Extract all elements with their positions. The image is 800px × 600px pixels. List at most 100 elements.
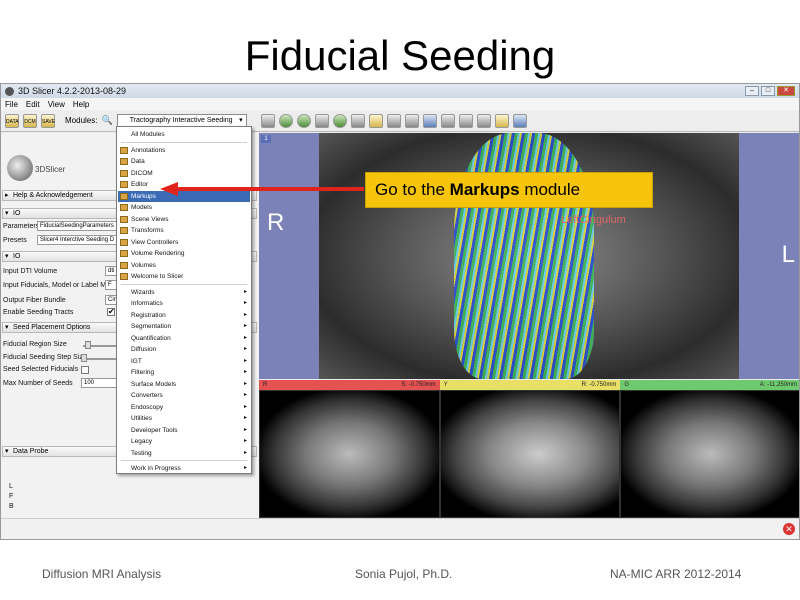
module-menu-item-all-modules[interactable]: All Modules: [118, 129, 250, 140]
callout-prefix: Go to the: [375, 180, 450, 199]
module-menu-item-data[interactable]: Data: [118, 156, 250, 167]
module-menu-label: Legacy: [131, 438, 152, 445]
module-menu-item-endoscopy[interactable]: Endoscopy ▸: [118, 402, 250, 413]
save-icon[interactable]: SAVE: [41, 113, 55, 128]
module-menu-label: Utilities: [131, 415, 152, 422]
submenu-arrow-icon: ▸: [243, 334, 247, 341]
module-menu-item-segmentation[interactable]: Segmentation ▸: [118, 321, 250, 332]
module-menu-item-registration[interactable]: Registration ▸: [118, 310, 250, 321]
module-menu-item-scene-views[interactable]: Scene Views: [118, 214, 250, 225]
fiducial-region-label: Fiducial Region Size: [3, 341, 67, 348]
parameters-select[interactable]: FiducialSeedingParameters: [37, 221, 117, 231]
load-dicom-icon[interactable]: DCM: [23, 113, 37, 128]
module-menu-item-quantification[interactable]: Quantification ▸: [118, 333, 250, 344]
modules-label: Modules:: [65, 116, 98, 125]
module-menu-item-wizards[interactable]: Wizards ▸: [118, 287, 250, 298]
module-menu-item-welcome-to-slicer[interactable]: Welcome to Slicer: [118, 271, 250, 282]
tractography-fibers: [454, 133, 594, 379]
module-menu-item-utilities[interactable]: Utilities ▸: [118, 413, 250, 424]
forward-arrow-icon[interactable]: [296, 113, 311, 128]
module-menu-item-transforms[interactable]: Transforms: [118, 225, 250, 236]
scene-icon[interactable]: [458, 113, 473, 128]
sagittal-slice-view[interactable]: [439, 390, 621, 518]
status-bar: ✕: [1, 518, 799, 539]
menu-view[interactable]: View: [48, 100, 65, 109]
module-menu-item-legacy[interactable]: Legacy ▸: [118, 436, 250, 447]
grid-layout-icon[interactable]: [404, 113, 419, 128]
crosshair-icon[interactable]: [422, 113, 437, 128]
module-menu-label: Filtering: [131, 369, 155, 376]
python-console-icon[interactable]: [512, 113, 527, 128]
pencil-icon[interactable]: [386, 113, 401, 128]
red-slice-label: R: [263, 382, 268, 388]
fiducial-step-knob[interactable]: [81, 354, 87, 362]
menu-bar: File Edit View Help: [1, 98, 799, 110]
module-menu-item-filtering[interactable]: Filtering ▸: [118, 367, 250, 378]
presets-select[interactable]: Slicer4 Interctive Seeding D: [37, 235, 117, 245]
max-seeds-spinbox[interactable]: 100: [81, 378, 117, 388]
module-menu-item-volume-rendering[interactable]: Volume Rendering: [118, 248, 250, 259]
screenshot-icon[interactable]: [440, 113, 455, 128]
module-menu-label: Markups: [131, 192, 156, 200]
view-tag[interactable]: 1: [261, 135, 271, 143]
submenu-arrow-icon: ▸: [243, 449, 247, 456]
back-arrow-icon[interactable]: [278, 113, 293, 128]
module-menu-item-volumes[interactable]: Volumes: [118, 260, 250, 271]
window-title: 3D Slicer 4.2.2-2013-08-29: [18, 86, 127, 96]
close-icon[interactable]: ✕: [777, 86, 795, 96]
coronal-slice-view[interactable]: [620, 390, 799, 518]
green-slice-bar[interactable]: G A: -11.250mm: [620, 380, 799, 390]
menu-file[interactable]: File: [5, 100, 18, 109]
submenu-arrow-icon: ▸: [243, 426, 247, 433]
window-titlebar: 3D Slicer 4.2.2-2013-08-29 – □ ✕: [1, 84, 799, 98]
module-menu-item-dicom[interactable]: DICOM: [118, 168, 250, 179]
module-menu-item-testing[interactable]: Testing ▸: [118, 448, 250, 459]
seed-selected-checkbox[interactable]: [81, 366, 89, 374]
error-log-icon[interactable]: ✕: [783, 523, 795, 535]
fiducial-region-knob[interactable]: [85, 341, 91, 349]
editor-icon[interactable]: [368, 113, 383, 128]
module-search-icon[interactable]: 🔍: [101, 115, 112, 126]
io-section-label: IO: [13, 210, 21, 217]
red-slice-bar[interactable]: R S: -0.750mm: [259, 380, 440, 390]
module-menu-item-annotations[interactable]: Annotations: [118, 145, 250, 156]
module-dicom-icon: [120, 169, 128, 177]
layout-icon[interactable]: [260, 113, 275, 128]
minimize-icon[interactable]: –: [745, 86, 759, 96]
module-menu-item-igt[interactable]: IGT ▸: [118, 356, 250, 367]
orientation-label-r: R: [267, 209, 285, 236]
collapse-arrow-icon: ▾: [5, 210, 9, 217]
submenu-arrow-icon: ▸: [243, 288, 247, 295]
maximize-icon[interactable]: □: [761, 86, 775, 96]
module-menu-item-diffusion[interactable]: Diffusion ▸: [118, 344, 250, 355]
axial-slice-view[interactable]: [259, 390, 440, 518]
enable-seeding-checkbox[interactable]: ✔: [107, 308, 115, 316]
module-menu-item-models[interactable]: Models: [118, 202, 250, 213]
module-menu-item-developer-tools[interactable]: Developer Tools ▸: [118, 425, 250, 436]
transform-icon[interactable]: [350, 113, 365, 128]
fiducial-step-slider[interactable]: [83, 358, 117, 360]
module-menu-item-view-controllers[interactable]: View Controllers: [118, 237, 250, 248]
red-slice-offset: S: -0.750mm: [401, 382, 436, 388]
fiducial-place-icon[interactable]: [494, 113, 509, 128]
cube-icon[interactable]: [314, 113, 329, 128]
orientation-label-l: L: [781, 241, 795, 268]
3d-view[interactable]: 1 R L LeftCingulum: [259, 133, 799, 379]
module-menu-item-work-in-progress[interactable]: Work in Progress ▸: [118, 463, 250, 474]
menu-help[interactable]: Help: [73, 100, 89, 109]
module-menu-label: Testing: [131, 449, 152, 457]
module-menu-label: Models: [131, 204, 152, 211]
module-menu-item-surface-models[interactable]: Surface Models ▸: [118, 379, 250, 390]
load-data-icon[interactable]: DATA: [5, 113, 19, 128]
brain-icon[interactable]: [332, 113, 347, 128]
seed-selected-label: Seed Selected Fiducials: [3, 366, 79, 373]
module-menu-label: All Modules: [131, 131, 165, 138]
module-menu-item-converters[interactable]: Converters ▸: [118, 390, 250, 401]
seed-options-label: Seed Placement Options: [13, 324, 91, 331]
module-menu-item-informatics[interactable]: Informatics ▸: [118, 298, 250, 309]
presets-label: Presets: [3, 237, 27, 244]
menu-edit[interactable]: Edit: [26, 100, 40, 109]
extension-icon[interactable]: [476, 113, 491, 128]
yellow-slice-bar[interactable]: Y R: -0.750mm: [439, 380, 621, 390]
slice-views: [259, 390, 799, 518]
